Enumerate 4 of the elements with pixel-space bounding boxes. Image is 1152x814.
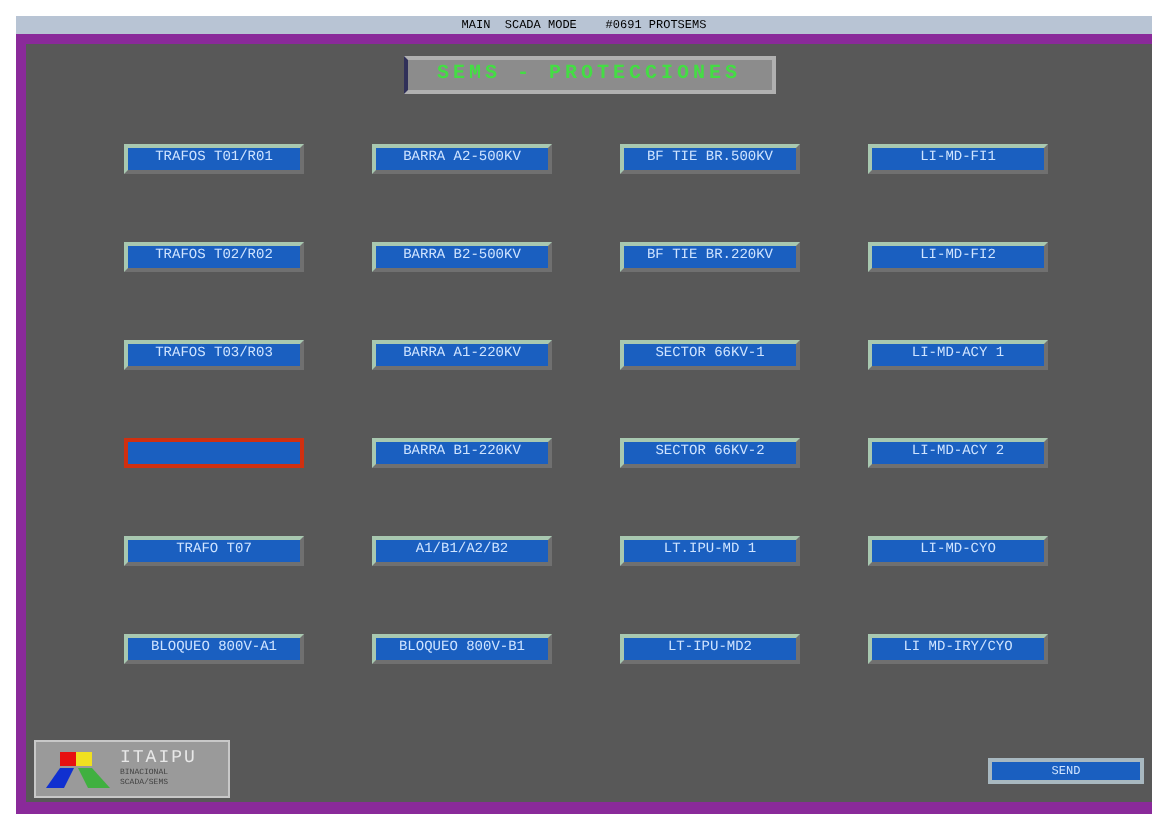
screen-title: SEMS - PROTECCIONES — [403, 56, 775, 94]
logo-icon — [44, 749, 112, 789]
menu-button[interactable] — [124, 438, 304, 468]
logo-name: ITAIPU — [120, 750, 197, 768]
